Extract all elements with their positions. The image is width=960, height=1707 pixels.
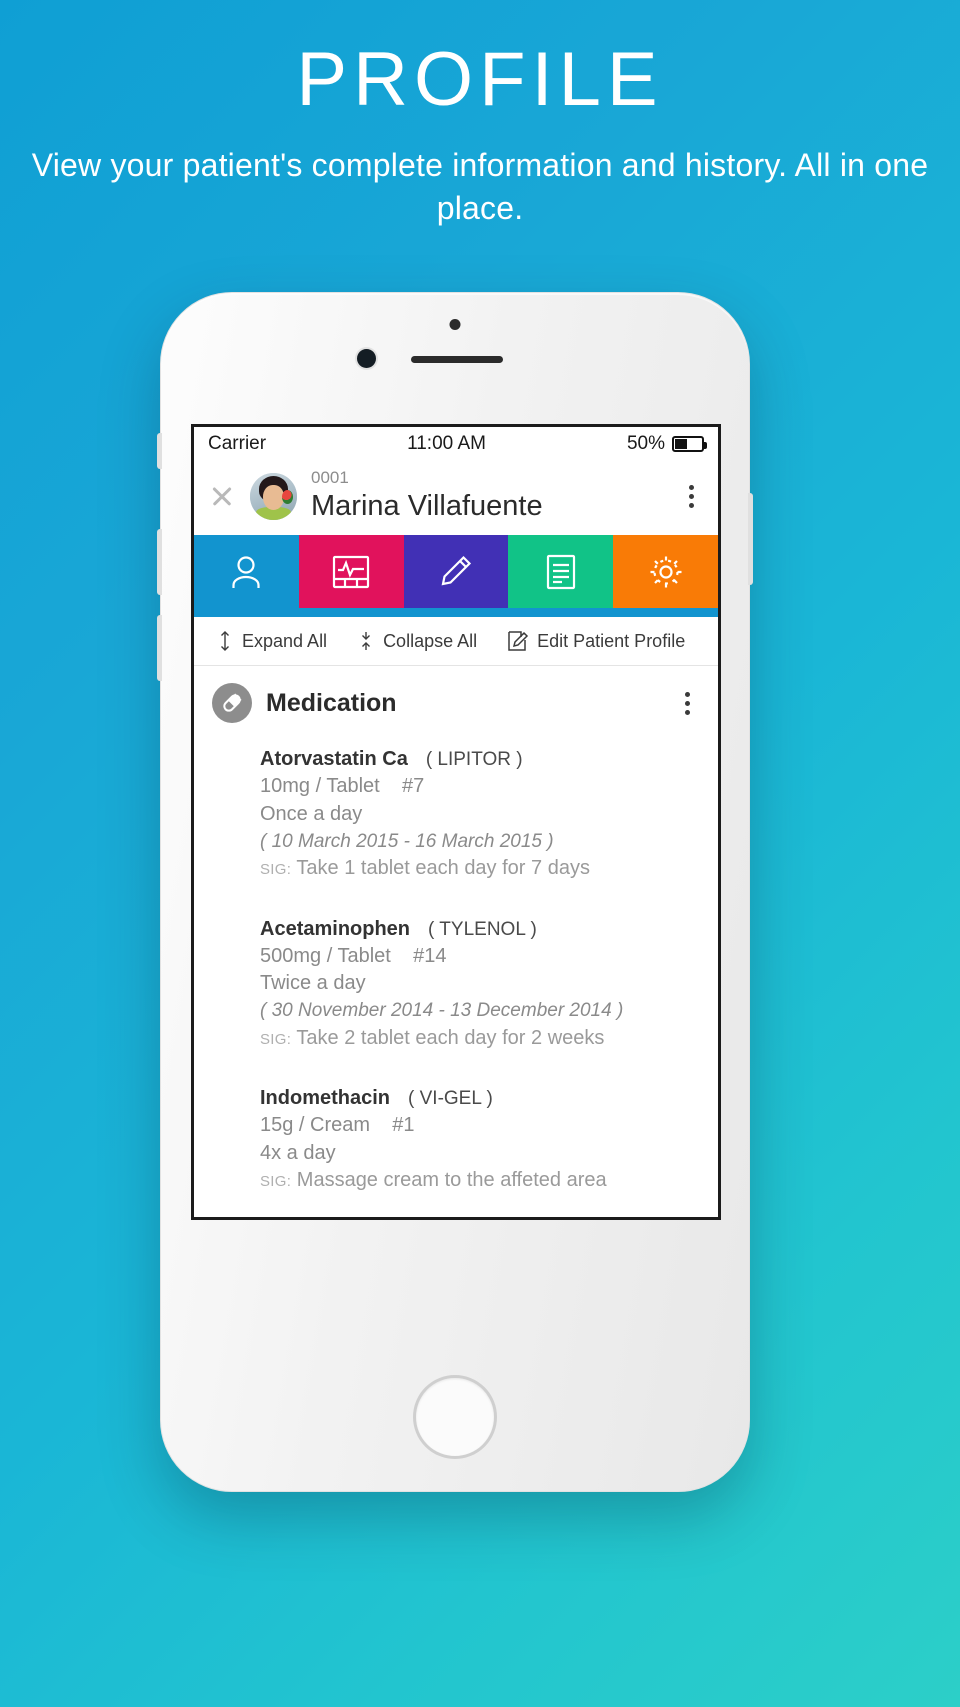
power-button [748, 493, 753, 585]
tab-records[interactable] [508, 535, 614, 609]
person-icon [232, 556, 260, 588]
close-icon[interactable] [208, 482, 236, 510]
edit-patient-profile-button[interactable]: Edit Patient Profile [507, 630, 685, 652]
collapse-arrows-icon [362, 632, 371, 651]
patient-name: Marina Villafuente [311, 489, 543, 522]
medication-quantity: #14 [413, 944, 447, 967]
expand-all-button[interactable]: Expand All [216, 630, 327, 652]
medication-quantity: #7 [401, 775, 425, 798]
expand-arrows-icon [221, 631, 229, 652]
phone-mockup: Carrier 11:00 AM 50% 0001 Marina Villafu… [157, 292, 753, 1492]
sig-label: SIG: [260, 861, 292, 879]
medication-name: Atorvastatin Ca [260, 748, 408, 771]
front-camera-icon [357, 349, 376, 368]
medication-brand: ( LIPITOR ) [425, 749, 523, 771]
medication-frequency: Once a day [260, 803, 363, 826]
edit-document-icon [508, 631, 529, 652]
medication-name: Indomethacin [260, 1087, 391, 1110]
sig-label: SIG: [260, 1173, 292, 1191]
medication-list: Atorvastatin Ca ( LIPITOR ) 10mg / Table… [194, 738, 718, 1195]
silent-switch [157, 433, 162, 469]
medication-sig: Take 1 tablet each day for 7 days [296, 857, 590, 880]
medication-name: Acetaminophen [260, 917, 411, 940]
medication-brand: ( VI-GEL ) [408, 1088, 493, 1110]
medication-brand: ( TYLENOL ) [428, 918, 537, 940]
medication-quantity: #1 [392, 1114, 415, 1137]
battery-icon [672, 436, 707, 452]
clock-label: 11:00 AM [407, 433, 486, 454]
gear-icon [650, 556, 682, 588]
collapse-all-button[interactable]: Collapse All [357, 630, 477, 652]
medication-item[interactable]: Indomethacin ( VI-GEL ) 15g / Cream #1 4… [260, 1085, 700, 1195]
tab-vitals[interactable] [298, 535, 404, 609]
pill-glyph [223, 693, 242, 713]
medication-item[interactable]: Acetaminophen ( TYLENOL ) 500mg / Tablet… [260, 916, 700, 1052]
collapse-all-label: Collapse All [383, 630, 478, 651]
sig-label: SIG: [260, 1030, 292, 1048]
medication-strength: 15g / Cream [260, 1114, 371, 1137]
medication-sig: Take 2 tablet each day for 2 weeks [296, 1026, 605, 1049]
patient-id: 0001 [311, 468, 349, 487]
medication-dates: ( 10 March 2015 - 16 March 2015 ) [260, 830, 554, 852]
home-button[interactable] [413, 1375, 497, 1459]
kebab-menu-icon[interactable] [678, 484, 704, 508]
tab-demographics[interactable] [194, 535, 299, 609]
tab-settings[interactable] [613, 535, 718, 609]
volume-down-button [157, 615, 162, 681]
hero-banner: PROFILE View your patient's complete inf… [0, 0, 960, 229]
avatar[interactable] [250, 472, 297, 520]
medication-dates: ( 30 November 2014 - 13 December 2014 ) [260, 1000, 624, 1022]
section-toolbar: Expand All Collapse All Edit Patient Pro… [194, 617, 718, 667]
tab-bar [194, 535, 718, 609]
kebab-menu-icon[interactable] [674, 691, 700, 715]
patient-header: 0001 Marina Villafuente [194, 461, 718, 536]
medication-sig: Massage cream to the affeted area [296, 1169, 607, 1192]
expand-all-label: Expand All [242, 630, 328, 651]
vitals-monitor-icon [333, 555, 370, 589]
page-title: PROFILE [296, 37, 664, 122]
active-tab-indicator [194, 608, 718, 618]
section-header-medication[interactable]: Medication [194, 666, 718, 738]
document-icon [546, 554, 575, 590]
section-title: Medication [266, 688, 397, 717]
edit-patient-profile-label: Edit Patient Profile [537, 630, 686, 651]
battery-percent-label: 50% [626, 433, 665, 454]
carrier-label: Carrier [208, 433, 267, 454]
medication-item[interactable]: Atorvastatin Ca ( LIPITOR ) 10mg / Table… [260, 746, 700, 882]
pill-icon [212, 683, 252, 724]
medication-strength: 500mg / Tablet [260, 944, 391, 967]
proximity-sensor-icon [449, 319, 461, 330]
medication-frequency: Twice a day [260, 972, 366, 995]
medication-frequency: 4x a day [260, 1141, 336, 1164]
phone-screen: Carrier 11:00 AM 50% 0001 Marina Villafu… [191, 424, 721, 1220]
earpiece-speaker [411, 356, 503, 363]
page-subtitle: View your patient's complete information… [31, 147, 929, 226]
volume-up-button [157, 529, 162, 595]
tab-notes[interactable] [403, 535, 509, 609]
status-bar: Carrier 11:00 AM 50% [194, 427, 718, 461]
medication-strength: 10mg / Tablet [260, 775, 380, 798]
pencil-icon [441, 555, 472, 586]
